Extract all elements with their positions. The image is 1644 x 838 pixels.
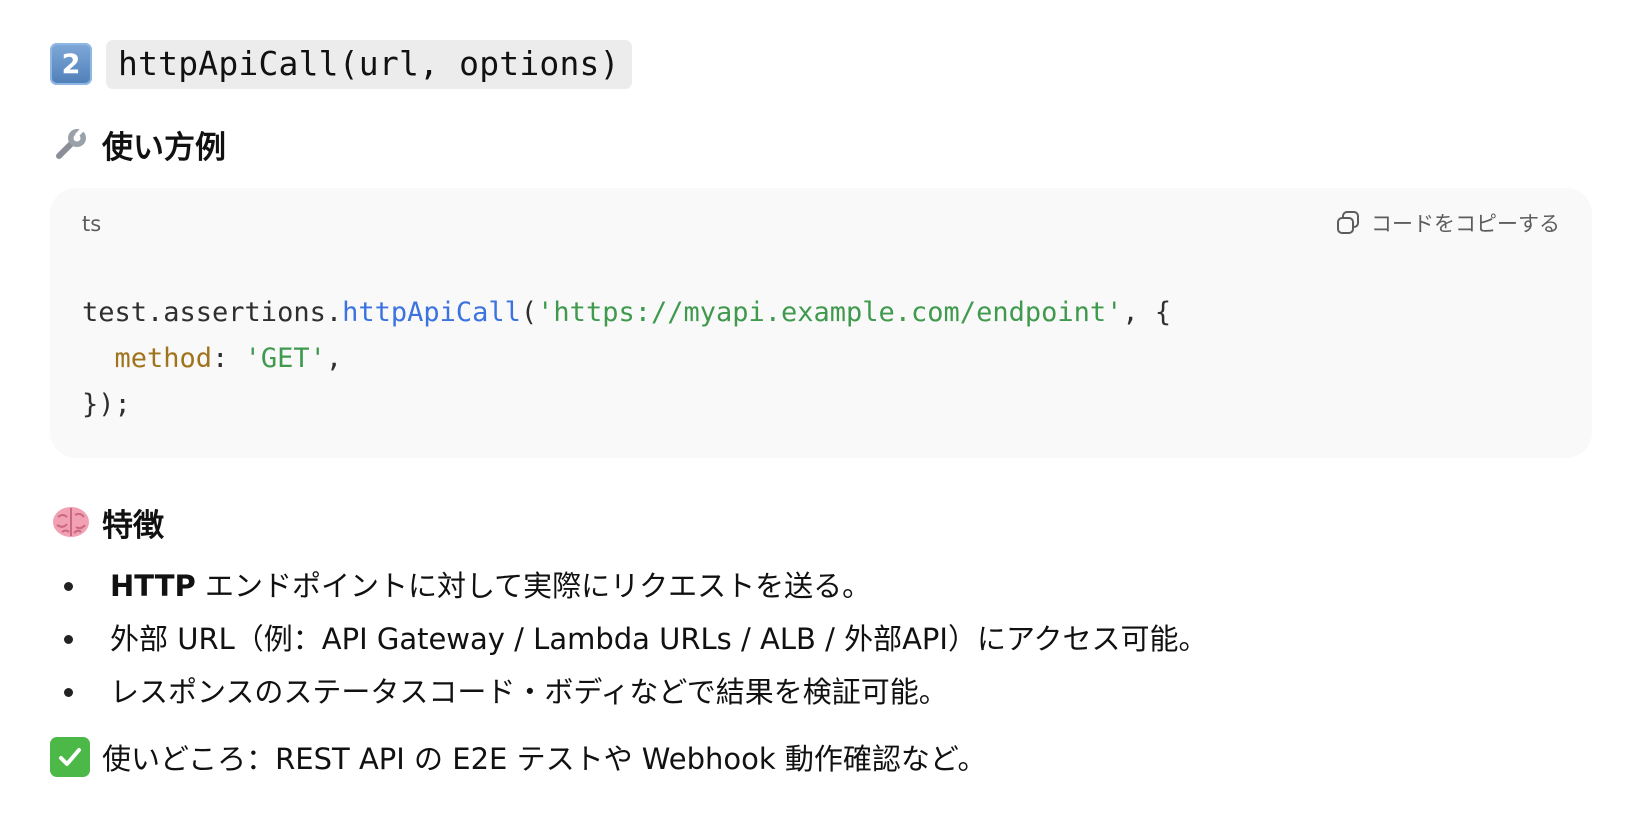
list-item: HTTP エンドポイントに対して実際にリクエストを送る。 bbox=[50, 560, 1590, 613]
function-heading: 2 httpApiCall(url, options) bbox=[50, 38, 1590, 90]
summary-text: 使いどころ：REST API の E2E テストや Webhook 動作確認など… bbox=[102, 742, 987, 776]
list-item-text: エンドポイントに対して実際にリクエストを送る。 bbox=[195, 569, 872, 603]
code-token-rest: , { bbox=[1122, 297, 1172, 328]
usage-title: 使い方例 bbox=[102, 129, 226, 166]
features-list: HTTP エンドポイントに対して実際にリクエストを送る。 外部 URL（例：AP… bbox=[50, 560, 1590, 719]
wrench-icon bbox=[50, 126, 92, 162]
code-token-comma: , bbox=[325, 343, 343, 374]
code-token-url-string: 'https://myapi.example.com/endpoint' bbox=[537, 297, 1123, 328]
code-body: test.assertions.httpApiCall('https://mya… bbox=[82, 290, 1171, 428]
usage-heading: 使い方例 bbox=[50, 120, 1590, 168]
code-token-key: method bbox=[114, 343, 213, 374]
code-token-method: httpApiCall bbox=[342, 297, 521, 328]
code-line-3: }); bbox=[82, 389, 131, 420]
list-item: 外部 URL（例：API Gateway / Lambda URLs / ALB… bbox=[50, 613, 1590, 666]
code-token-object: test.assertions. bbox=[82, 297, 343, 328]
code-token-colon: : bbox=[212, 343, 245, 374]
list-item-text: 外部 URL（例：API Gateway / Lambda URLs / ALB… bbox=[110, 622, 1208, 656]
check-mark-icon bbox=[50, 737, 90, 777]
message-content: 2 httpApiCall(url, options) 使い方例 ts コードを… bbox=[50, 38, 1592, 781]
keycap-number-badge: 2 bbox=[50, 43, 92, 85]
list-item: レスポンスのステータスコード・ボディなどで結果を検証可能。 bbox=[50, 666, 1590, 719]
copy-code-button[interactable]: コードをコピーする bbox=[1335, 208, 1560, 238]
code-token-paren: ( bbox=[520, 297, 538, 328]
copy-icon bbox=[1337, 211, 1359, 234]
list-item-bold: HTTP bbox=[110, 569, 196, 603]
features-heading: 特徴 bbox=[50, 498, 1590, 546]
summary-line: 使いどころ：REST API の E2E テストや Webhook 動作確認など… bbox=[50, 733, 1590, 781]
code-line-2: method: 'GET', bbox=[82, 336, 1171, 382]
features-title: 特徴 bbox=[102, 507, 164, 544]
copy-code-label: コードをコピーする bbox=[1371, 212, 1560, 236]
code-language-label: ts bbox=[82, 212, 102, 236]
brain-icon bbox=[50, 505, 92, 539]
code-line-1: test.assertions.httpApiCall('https://mya… bbox=[82, 290, 1171, 336]
code-token-value: 'GET' bbox=[244, 343, 326, 374]
function-signature: httpApiCall(url, options) bbox=[106, 39, 632, 89]
list-item-text: レスポンスのステータスコード・ボディなどで結果を検証可能。 bbox=[110, 675, 948, 709]
code-token-indent bbox=[82, 343, 115, 374]
code-block: ts コードをコピーする test.assertions.httpApiCall… bbox=[50, 188, 1592, 458]
